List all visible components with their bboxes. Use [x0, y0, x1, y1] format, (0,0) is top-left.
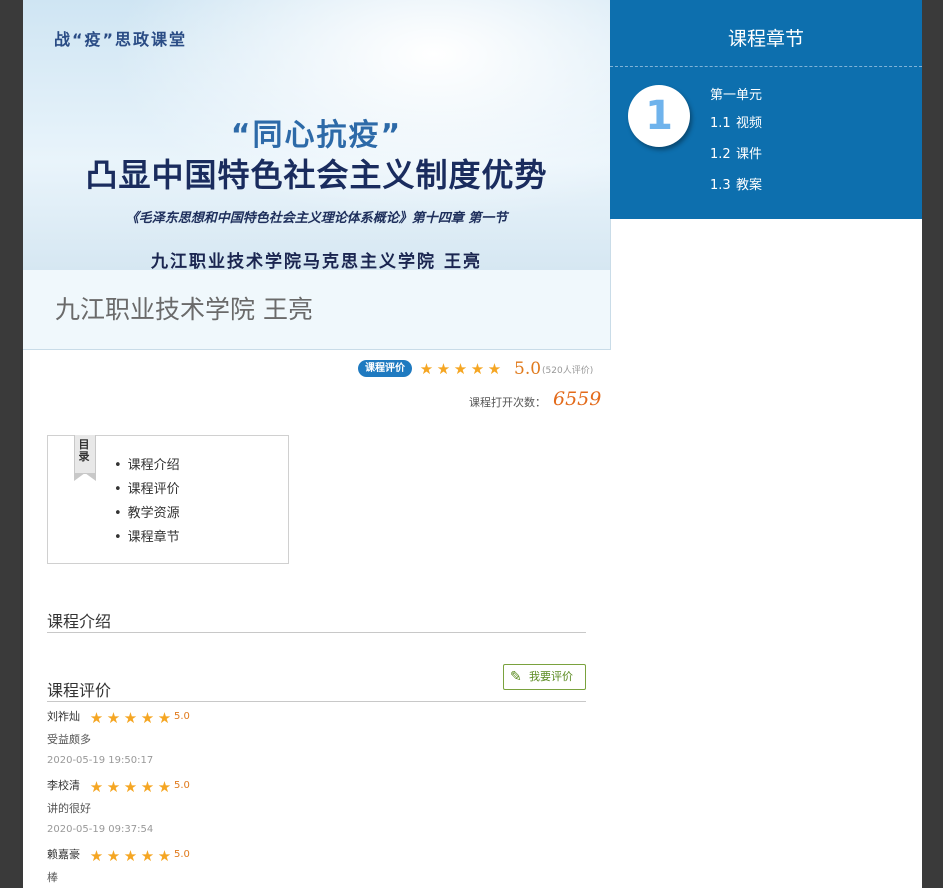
review-time: 2020-05-19 19:50:17 — [47, 755, 154, 766]
chapter-item-label: 视频 — [736, 116, 763, 131]
rating-count: (520人评价) — [542, 366, 594, 376]
toc-item-reviews[interactable]: 课程评价 — [114, 478, 180, 502]
unit-name: 第一单元 — [710, 88, 763, 103]
star-icon: ★ — [140, 709, 155, 727]
star-icon: ★ — [89, 847, 104, 865]
review-stars: ★ ★ ★ ★ ★ — [88, 708, 173, 727]
course-banner[interactable]: 战“疫”思政课堂 “同心抗疫” 凸显中国特色社会主义制度优势 《毛泽东思想和中国… — [23, 0, 611, 350]
banner-slogan: “同心抗疫” — [230, 118, 403, 153]
star-icon: ★ — [157, 709, 172, 727]
reviewer-name: 李校清 — [47, 779, 80, 792]
review-time: 2020-05-19 09:37:54 — [47, 824, 154, 835]
star-icon: ★ — [487, 360, 502, 378]
chapter-item-number: 1.3 — [710, 178, 731, 193]
toc-item-resources[interactable]: 教学资源 — [114, 502, 180, 526]
star-icon: ★ — [106, 709, 121, 727]
star-icon: ★ — [157, 847, 172, 865]
chapter-item-number: 1.1 — [710, 116, 731, 131]
review-stars: ★ ★ ★ ★ ★ — [88, 846, 173, 865]
chapter-item-lesson-plan[interactable]: 1.3 教案 — [710, 174, 762, 193]
star-icon: ★ — [157, 778, 172, 796]
star-icon: ★ — [436, 360, 451, 378]
review-score: 5.0 — [174, 780, 190, 791]
write-review-label: 我要评价 — [529, 670, 573, 683]
open-count-label: 课程打开次数： — [469, 396, 546, 409]
reviewer-name: 刘祚灿 — [47, 710, 80, 723]
rating-score: 5.0 — [514, 359, 542, 379]
table-of-contents: 目录 课程介绍 课程评价 教学资源 课程章节 — [47, 435, 289, 564]
review-stars: ★ ★ ★ ★ ★ — [88, 777, 173, 796]
open-count-value: 6559 — [553, 388, 602, 410]
banner-tag: 战“疫”思政课堂 — [54, 30, 188, 49]
review-section-title: 课程评价 — [47, 681, 112, 700]
chapter-item-number: 1.2 — [710, 147, 731, 162]
toc-item-chapters[interactable]: 课程章节 — [114, 526, 180, 550]
rating-badge: 课程评价 — [358, 360, 412, 377]
star-icon: ★ — [89, 778, 104, 796]
rating-summary: 课程评价 ★ ★ ★ ★ ★ 5.0 (520人评价) — [358, 359, 618, 379]
rating-stars: ★ ★ ★ ★ ★ — [418, 359, 503, 379]
chapter-item-slides[interactable]: 1.2 课件 — [710, 143, 762, 162]
review-comment: 受益颇多 — [47, 733, 91, 746]
chapter-item-video[interactable]: 1.1 视频 — [710, 112, 762, 131]
toc-flag-label: 目录 — [78, 438, 90, 463]
star-icon: ★ — [123, 778, 138, 796]
review-comment: 棒 — [47, 871, 58, 884]
banner-subline: 《毛泽东思想和中国特色社会主义理论体系概论》第十四章 第一节 — [125, 211, 508, 226]
star-icon: ★ — [453, 360, 468, 378]
open-count-row: 课程打开次数： 6559 — [469, 388, 629, 412]
star-icon: ★ — [123, 847, 138, 865]
toc-item-intro[interactable]: 课程介绍 — [114, 454, 180, 478]
star-icon: ★ — [123, 709, 138, 727]
star-icon: ★ — [106, 847, 121, 865]
star-icon: ★ — [470, 360, 485, 378]
star-icon: ★ — [106, 778, 121, 796]
intro-section-title: 课程介绍 — [47, 612, 112, 631]
banner-headline: 凸显中国特色社会主义制度优势 — [85, 156, 548, 194]
toc-list: 课程介绍 课程评价 教学资源 课程章节 — [114, 454, 180, 550]
star-icon: ★ — [89, 709, 104, 727]
chapter-panel: 课程章节 1 第一单元 1.1 视频 1.2 课件 1.3 教案 — [610, 0, 922, 219]
chapter-item-label: 课件 — [736, 147, 763, 162]
chapter-item-label: 教案 — [736, 178, 763, 193]
course-page: 战“疫”思政课堂 “同心抗疫” 凸显中国特色社会主义制度优势 《毛泽东思想和中国… — [23, 0, 922, 888]
star-icon: ★ — [140, 847, 155, 865]
chapter-panel-title: 课程章节 — [727, 28, 804, 50]
intro-divider — [47, 632, 586, 633]
write-review-button[interactable]: ✎ 我要评价 — [503, 664, 586, 690]
unit-number-badge: 1 — [628, 85, 690, 147]
review-divider — [47, 701, 586, 702]
review-score: 5.0 — [174, 849, 190, 860]
star-icon: ★ — [140, 778, 155, 796]
unit-number: 1 — [645, 93, 673, 139]
banner-author-line: 九江职业技术学院马克思主义学院 王亮 — [151, 252, 482, 272]
pencil-icon: ✎ — [510, 669, 522, 685]
review-score: 5.0 — [174, 711, 190, 722]
review-comment: 讲的很好 — [47, 802, 91, 815]
reviewer-name: 赖嘉豪 — [47, 848, 80, 861]
star-icon: ★ — [419, 360, 434, 378]
course-teacher-title: 九江职业技术学院 王亮 — [55, 295, 313, 324]
chapter-divider — [610, 66, 922, 67]
